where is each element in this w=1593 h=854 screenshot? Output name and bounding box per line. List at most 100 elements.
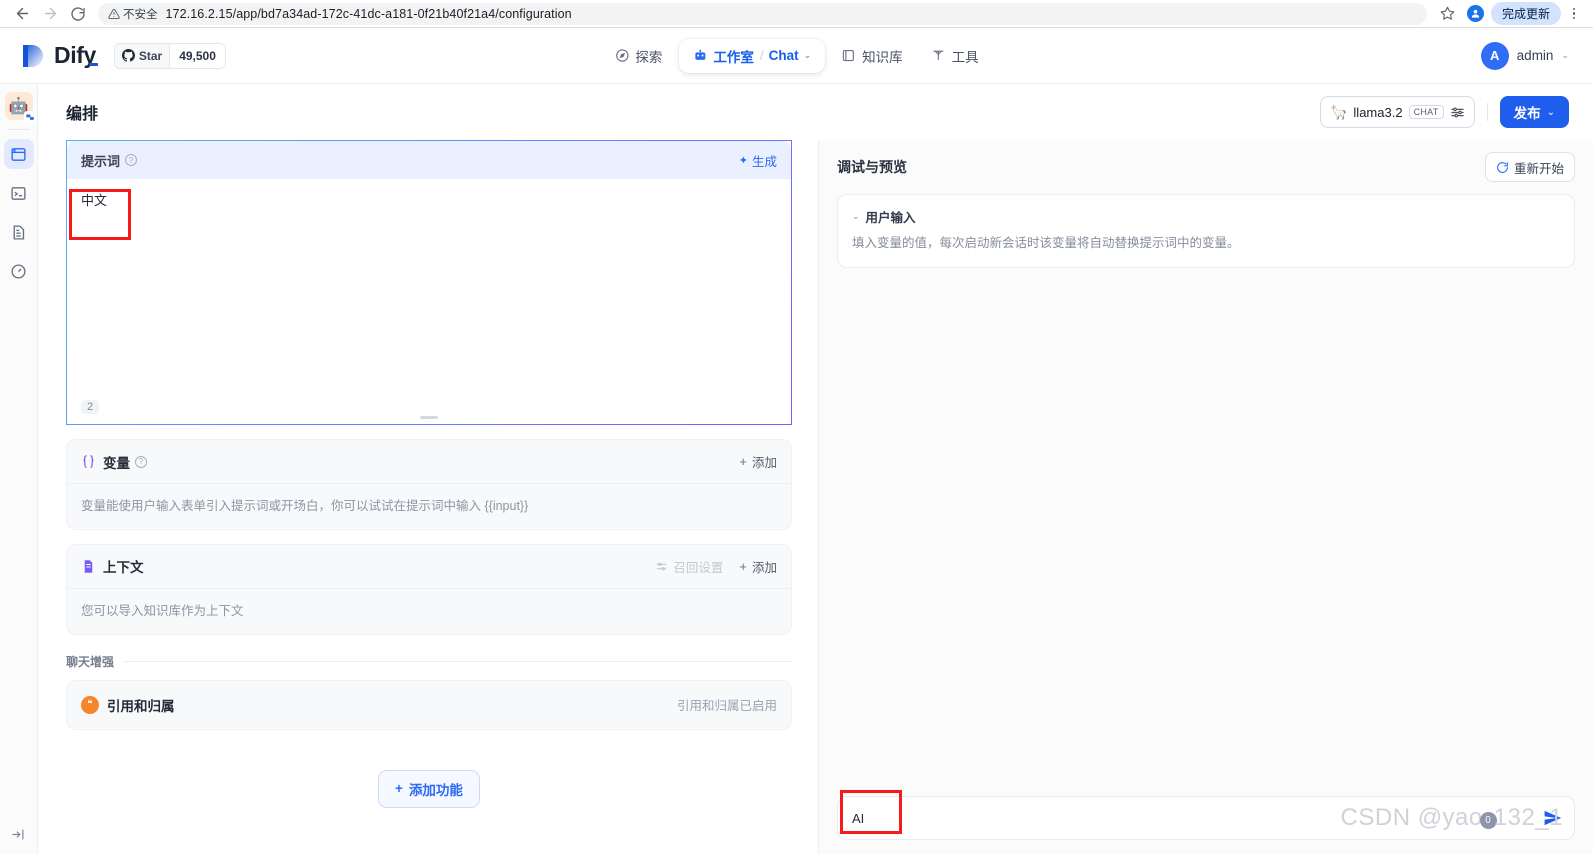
prompt-editor-card: 提示词 ? ✦ 生成 中文 2 [66,140,792,425]
warning-triangle-icon [108,8,120,19]
variables-add-button[interactable]: + 添加 [739,452,777,471]
variables-help-icon[interactable]: ? [135,455,147,468]
help-icon[interactable]: ? [125,154,138,166]
publish-button[interactable]: 发布 ⌄ [1499,96,1569,128]
nav-item-knowledge[interactable]: 知识库 [829,39,915,73]
browser-profile-button[interactable] [1463,2,1489,26]
bookmark-star-icon[interactable] [1435,2,1461,26]
address-bar[interactable]: 不安全 172.16.2.15/app/bd7a34ad-172c-41dc-a… [98,2,1427,25]
context-header: 上下文 召回设置 + 添加 [67,545,791,589]
dify-wordmark: Dify [54,42,98,69]
variables-title: 变量 [103,455,130,471]
prompt-header: 提示词 ? ✦ 生成 [67,141,791,179]
chat-input-row: AI [819,796,1593,854]
generate-prompt-button[interactable]: ✦ 生成 [739,151,777,170]
context-recall-label: 召回设置 [673,560,724,575]
sidebar-item-monitoring[interactable] [4,256,34,286]
header-user-area[interactable]: A admin ⌄ [1480,41,1577,70]
security-indicator[interactable]: 不安全 [108,6,166,22]
browser-toolbar: 不安全 172.16.2.15/app/bd7a34ad-172c-41dc-a… [0,0,1593,27]
sidebar-item-api-access[interactable] [4,178,34,208]
robot-icon [694,49,705,60]
sidebar-divider [7,129,30,130]
sidebar-expand-button[interactable] [11,827,26,842]
add-feature-button[interactable]: + 添加功能 [378,769,480,808]
app-type-badge-icon [23,111,36,123]
debug-header: 调试与预览 重新开始 [819,140,1593,194]
expand-right-icon [12,829,24,840]
debug-preview-pane: 调试与预览 重新开始 ⌄ 用户输入 填入变量的值，每次启动新会话时该变量将自动替… [818,140,1593,854]
user-menu-chevron-down-icon[interactable]: ⌄ [1561,50,1569,61]
gauge-icon [11,263,26,279]
document-icon [13,224,25,240]
model-name-label: llama3.2 [1353,104,1403,120]
app-header: Dify Star 49,500 探索 工作室 / Chat ⌄ 知识库 工具 … [0,28,1593,84]
restart-button[interactable]: 重新开始 [1484,152,1575,182]
app-body: 🤖 编排 🦙 llama3.2 CHAT 发布 ⌄ 提示词 ? ✦ 生成 中文 … [0,84,1593,854]
context-add-label: 添加 [751,560,777,575]
main-content: 编排 🦙 llama3.2 CHAT 发布 ⌄ 提示词 ? ✦ 生成 中文 2 … [38,84,1593,854]
resize-handle[interactable] [420,416,438,419]
main-navigation: 探索 工作室 / Chat ⌄ 知识库 工具 [602,38,991,73]
variables-empty-text: 变量能使用户输入表单引入提示词或开场白，你可以试试在提示词中输入 {{input… [81,499,529,513]
citation-feature-card[interactable]: ❝ 引用和归属 引用和归属已启用 [66,679,792,730]
send-button[interactable] [1543,809,1562,828]
sidebar-item-orchestrate[interactable] [3,139,34,169]
chat-enhancement-group-header: 聊天增强 [66,653,792,670]
prompt-title: 提示词 [81,153,121,169]
sidebar-item-logs[interactable] [4,217,34,247]
citation-status: 引用和归属已启用 [676,699,777,713]
github-star-pill[interactable]: Star 49,500 [113,42,226,69]
nav-item-explore[interactable]: 探索 [602,39,674,73]
user-name-label: admin [1516,48,1554,63]
model-selector[interactable]: 🦙 llama3.2 CHAT [1319,96,1475,128]
reload-button[interactable] [64,2,92,26]
github-star-label: Star [138,48,163,63]
toolbar-divider [1486,103,1488,121]
nav-label-tools: 工具 [951,49,979,65]
model-settings-icon[interactable] [1450,105,1465,120]
debug-title: 调试与预览 [837,159,907,175]
chat-messages-area [819,268,1593,796]
avatar: A [1480,41,1509,70]
nav-item-tools[interactable]: 工具 [919,39,991,73]
context-add-button[interactable]: + 添加 [739,557,777,576]
nav-label-studio: 工作室 [713,49,754,65]
publish-label: 发布 [1513,106,1541,121]
user-input-header[interactable]: ⌄ 用户输入 [852,207,1560,226]
citation-icon: ❝ [81,695,99,714]
nav-separator: / [759,48,764,63]
user-input-card: ⌄ 用户输入 填入变量的值，每次启动新会话时该变量将自动替换提示词中的变量。 [837,194,1575,268]
chat-input-value: AI [852,810,865,826]
terminal-icon [11,186,26,200]
restart-label: 重新开始 [1513,161,1564,176]
context-file-icon [81,559,96,574]
logo-underscore-icon [88,63,98,66]
variables-add-label: 添加 [751,456,777,470]
sidebar-app-icon[interactable]: 🤖 [4,92,36,123]
nav-studio-sub[interactable]: / Chat ⌄ [760,48,811,63]
github-icon [121,49,135,62]
sliders-icon [657,562,667,571]
security-label: 不安全 [123,8,158,21]
file-icon [84,560,93,573]
sparkle-icon: ✦ [738,154,748,167]
brand-area[interactable]: Dify Star 49,500 [16,42,316,69]
chevron-down-icon[interactable]: ⌄ [804,50,812,61]
variables-section: 变量 ? + 添加 变量能使用户输入表单引入提示词或开场白，你可以试试在提示词中… [66,439,792,530]
panes-container: 提示词 ? ✦ 生成 中文 2 变量 ? + 添加 变量能使用户输入表单引入提示… [38,140,1593,854]
compass-icon [615,49,629,62]
nav-item-studio[interactable]: 工作室 / Chat ⌄ [678,38,826,73]
book-icon [843,49,855,62]
back-button[interactable] [8,2,36,26]
browser-menu-icon[interactable] [1563,2,1585,26]
complete-update-button[interactable]: 完成更新 [1490,2,1561,25]
add-feature-label: 添加功能 [408,782,463,798]
chevron-down-icon[interactable]: ⌄ [852,211,860,222]
plus-icon: + [739,558,747,574]
chat-input[interactable]: AI [837,796,1575,840]
prompt-textarea[interactable]: 中文 2 [67,179,791,424]
context-recall-settings-button[interactable]: 召回设置 [655,557,723,576]
forward-button[interactable] [36,2,64,26]
config-pane: 提示词 ? ✦ 生成 中文 2 变量 ? + 添加 变量能使用户输入表单引入提示… [38,140,818,854]
